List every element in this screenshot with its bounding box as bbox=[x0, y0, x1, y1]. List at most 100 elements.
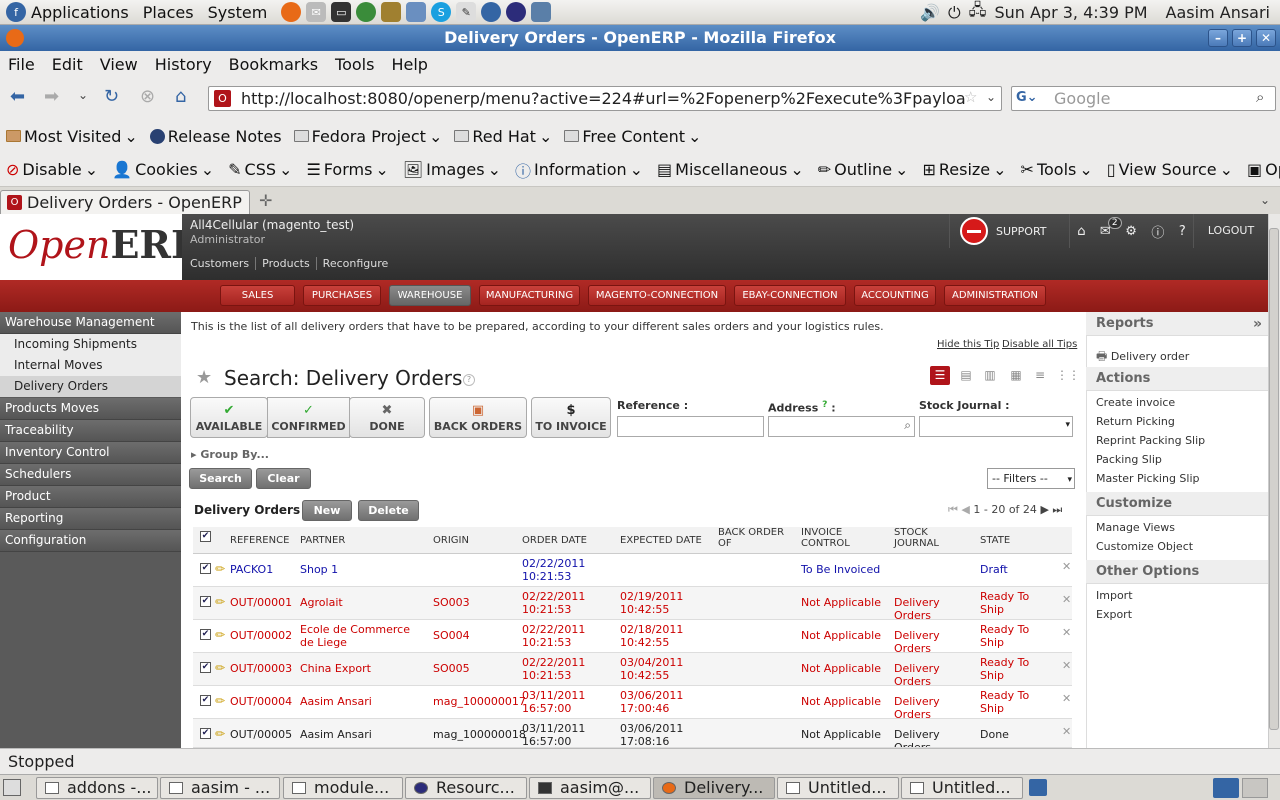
menu-history[interactable]: History bbox=[155, 55, 212, 74]
preferences-gear-icon[interactable]: ⚙ bbox=[1125, 224, 1137, 239]
menu-warehouse[interactable]: WAREHOUSE bbox=[389, 285, 471, 306]
menu-view[interactable]: View bbox=[100, 55, 138, 74]
wd-view-source[interactable]: ▯ View Source ⌄ bbox=[1107, 160, 1233, 179]
customize-object[interactable]: Customize Object bbox=[1096, 540, 1193, 553]
shortcut-customers[interactable]: Customers bbox=[190, 257, 257, 270]
row-partner[interactable]: Agrolait bbox=[300, 596, 425, 609]
sidebar-reporting[interactable]: Reporting bbox=[0, 508, 181, 530]
tab-delivery-orders[interactable]: O Delivery Orders - OpenERP bbox=[0, 190, 250, 214]
delete-row-icon[interactable]: ✕ bbox=[1062, 725, 1071, 738]
bookmark-release-notes[interactable]: Release Notes bbox=[149, 127, 282, 146]
delete-row-icon[interactable]: ✕ bbox=[1062, 659, 1071, 672]
favorite-star-icon[interactable]: ★ bbox=[196, 367, 212, 388]
table-row[interactable]: ✔ ✏ OUT/00004 Aasim Ansari mag_100000017 03/1… bbox=[193, 686, 1072, 721]
row-origin[interactable]: mag_100000018 bbox=[433, 728, 526, 741]
power-icon[interactable]: ⏻ bbox=[948, 3, 961, 23]
first-page-icon[interactable]: ⏮ bbox=[948, 503, 958, 516]
clear-button[interactable]: Clear bbox=[256, 468, 311, 489]
database-launcher-icon[interactable] bbox=[531, 2, 552, 22]
home-icon[interactable]: ⌂ bbox=[175, 86, 186, 107]
new-button[interactable]: New bbox=[302, 500, 352, 521]
sidebar-schedulers[interactable]: Schedulers bbox=[0, 464, 181, 486]
menu-administration[interactable]: ADMINISTRATION bbox=[944, 285, 1046, 306]
menu-purchases[interactable]: PURCHASES bbox=[303, 285, 381, 306]
edit-pencil-icon[interactable]: ✏ bbox=[215, 595, 225, 609]
sidebar-item-internal-moves[interactable]: Internal Moves bbox=[0, 355, 181, 376]
row-checkbox[interactable]: ✔ bbox=[200, 563, 211, 574]
search-icon[interactable]: ⌕ bbox=[1256, 88, 1264, 106]
row-partner[interactable]: Aasim Ansari bbox=[300, 695, 425, 708]
fedora-icon[interactable]: f bbox=[6, 2, 26, 22]
filter-to-invoice-button[interactable]: $ TO INVOICE bbox=[531, 397, 611, 438]
menu-ebay-connection[interactable]: EBAY-CONNECTION bbox=[734, 285, 846, 306]
bookmark-fedora-project[interactable]: Fedora Project ⌄ bbox=[293, 127, 442, 146]
row-checkbox[interactable]: ✔ bbox=[200, 728, 211, 739]
volume-icon[interactable]: 🔊 bbox=[920, 3, 940, 22]
action-create-invoice[interactable]: Create invoice bbox=[1096, 396, 1175, 409]
disable-tips-link[interactable]: Disable all Tips bbox=[1002, 339, 1077, 350]
firefox-launcher-icon[interactable] bbox=[281, 2, 302, 22]
task-module[interactable]: module... bbox=[283, 777, 403, 799]
other-import[interactable]: Import bbox=[1096, 589, 1133, 602]
support-button[interactable]: SUPPORT bbox=[949, 214, 1069, 248]
hide-tip-link[interactable]: Hide this Tip bbox=[937, 339, 999, 350]
task-untitled-1[interactable]: Untitled... bbox=[777, 777, 899, 799]
sidebar-products-moves[interactable]: Products Moves bbox=[0, 398, 181, 420]
virtualbox-launcher-icon[interactable] bbox=[406, 2, 427, 22]
wd-disable[interactable]: ⊘ Disable ⌄ bbox=[6, 160, 98, 179]
collapse-panel-icon[interactable]: » bbox=[1253, 312, 1262, 336]
col-invoice-control[interactable]: INVOICE CONTROL bbox=[801, 527, 861, 549]
menu-bookmarks[interactable]: Bookmarks bbox=[229, 55, 318, 74]
text-editor-launcher-icon[interactable]: ✎ bbox=[456, 2, 477, 22]
row-origin[interactable]: SO003 bbox=[433, 596, 518, 609]
menu-tools[interactable]: Tools bbox=[335, 55, 374, 74]
kanban-view-icon[interactable]: ⋮⋮ bbox=[1056, 366, 1080, 385]
customize-manage-views[interactable]: Manage Views bbox=[1096, 521, 1175, 534]
task-resource[interactable]: Resourc... bbox=[405, 777, 527, 799]
gantt-view-icon[interactable]: ≡ bbox=[1030, 366, 1050, 385]
delete-button[interactable]: Delete bbox=[358, 500, 419, 521]
delete-row-icon[interactable]: ✕ bbox=[1062, 560, 1071, 573]
filter-confirmed-button[interactable]: ✓ CONFIRMED bbox=[267, 397, 350, 438]
search-button[interactable]: Search bbox=[189, 468, 252, 489]
skype-launcher-icon[interactable]: S bbox=[431, 2, 452, 22]
close-window-button[interactable]: ✕ bbox=[1256, 29, 1276, 47]
filter-available-button[interactable]: ✔ AVAILABLE bbox=[190, 397, 268, 438]
edit-pencil-icon[interactable]: ✏ bbox=[215, 694, 225, 708]
help-icon[interactable]: ? bbox=[463, 374, 475, 386]
shortcut-reconfigure[interactable]: Reconfigure bbox=[323, 257, 389, 270]
delete-row-icon[interactable]: ✕ bbox=[1062, 692, 1071, 705]
wd-cookies[interactable]: 👤 Cookies ⌄ bbox=[112, 160, 214, 179]
wd-miscellaneous[interactable]: ▤ Miscellaneous ⌄ bbox=[657, 160, 804, 179]
menu-magento-connection[interactable]: MAGENTO-CONNECTION bbox=[588, 285, 726, 306]
user-menu[interactable]: Aasim Ansari bbox=[1166, 3, 1270, 22]
stock-journal-select[interactable]: ▾ bbox=[919, 416, 1073, 437]
edit-pencil-icon[interactable]: ✏ bbox=[215, 628, 225, 642]
history-dropdown-icon[interactable]: ⌄ bbox=[78, 88, 88, 102]
table-row[interactable]: ✔ ✏ PACKO1 Shop 1 02/22/2011 10:21:53 To Be I… bbox=[193, 554, 1072, 587]
bookmark-star-icon[interactable]: ☆ bbox=[964, 88, 977, 106]
task-aasim[interactable]: aasim - ... bbox=[160, 777, 280, 799]
edit-pencil-icon[interactable]: ✏ bbox=[215, 727, 225, 741]
menu-manufacturing[interactable]: MANUFACTURING bbox=[479, 285, 580, 306]
pager-text[interactable]: 1 - 20 of 24 bbox=[973, 503, 1037, 516]
row-reference[interactable]: OUT/00005 bbox=[230, 728, 298, 741]
row-checkbox[interactable]: ✔ bbox=[200, 596, 211, 607]
filters-select[interactable]: -- Filters -- ▾ bbox=[987, 468, 1075, 489]
wd-tools[interactable]: ✂ Tools ⌄ bbox=[1021, 160, 1093, 179]
menu-edit[interactable]: Edit bbox=[52, 55, 83, 74]
delete-row-icon[interactable]: ✕ bbox=[1062, 593, 1071, 606]
row-reference[interactable]: OUT/00004 bbox=[230, 695, 298, 708]
wd-options[interactable]: ▣Option bbox=[1247, 160, 1280, 179]
minimize-button[interactable]: – bbox=[1208, 29, 1228, 47]
address-input[interactable]: ⌕ bbox=[768, 416, 915, 437]
col-reference[interactable]: REFERENCE bbox=[230, 535, 289, 546]
task-terminal[interactable]: aasim@... bbox=[529, 777, 651, 799]
row-partner[interactable]: Aasim Ansari bbox=[300, 728, 425, 741]
menu-accounting[interactable]: ACCOUNTING bbox=[854, 285, 936, 306]
reload-icon[interactable]: ↻ bbox=[104, 86, 119, 107]
other-export[interactable]: Export bbox=[1096, 608, 1132, 621]
bookmark-free-content[interactable]: Free Content ⌄ bbox=[564, 127, 701, 146]
col-state[interactable]: STATE bbox=[980, 535, 1010, 546]
wd-resize[interactable]: ⊞ Resize ⌄ bbox=[922, 160, 1006, 179]
